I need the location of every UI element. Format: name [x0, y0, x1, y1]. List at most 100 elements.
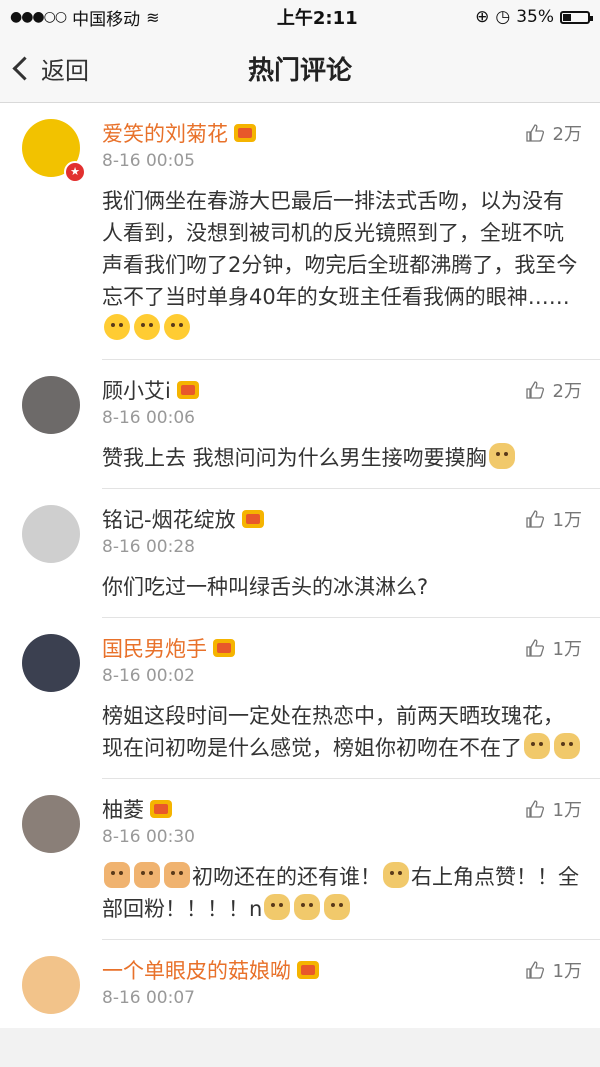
- alarm-icon: ◷: [495, 7, 511, 27]
- comment-time: 8-16 00:05: [102, 151, 195, 171]
- dog-emoji-icon: [294, 894, 321, 920]
- like-button[interactable]: 1万: [525, 796, 582, 822]
- lock-rotation-icon: ⊕: [475, 7, 490, 27]
- vip-crown-icon: [150, 800, 172, 818]
- username-text: 国民男炮手: [102, 637, 207, 661]
- like-count: 2万: [552, 381, 582, 402]
- comment-text: 你们吃过一种叫绿舌头的冰淇淋么?: [102, 571, 582, 603]
- comment-time: 8-16 00:06: [102, 408, 195, 428]
- comment-header: 国民男炮手 1万: [102, 632, 582, 664]
- thumbs-up-icon: [525, 639, 544, 657]
- comment-body: 柚菱 1万 8-16 00:30 初吻还在的还有谁！ 右上角点赞！！全部回粉！！！…: [102, 793, 600, 940]
- avatar[interactable]: [22, 956, 80, 1014]
- like-count: 2万: [552, 124, 582, 145]
- avatar-wrap: [0, 793, 102, 940]
- avatar-wrap: ★: [0, 117, 102, 360]
- comment-body: 顾小艾i 2万 8-16 00:06 赞我上去 我想问问为什么男生接吻要摸胸: [102, 374, 600, 489]
- avatar[interactable]: [22, 505, 80, 563]
- comment-item[interactable]: 铭记-烟花绽放 1万 8-16 00:28 你们吃过一种叫绿舌头的冰淇淋么?: [0, 489, 600, 618]
- signal-icon: ●●●○○: [10, 9, 67, 25]
- comment-body: 爱笑的刘菊花 2万 8-16 00:05 我们俩坐在春游大巴最后一排法式舌吻，以…: [102, 117, 600, 360]
- thumbs-up-icon: [525, 800, 544, 818]
- vip-crown-icon: [213, 639, 235, 657]
- comment-item[interactable]: 国民男炮手 1万 8-16 00:02 榜姐这段时间一定处在热恋中，前两天晒玫瑰…: [0, 618, 600, 779]
- comment-item[interactable]: ★ 爱笑的刘菊花 2万 8-16 00:05 我们俩坐在春游大巴最后一排法式舌吻…: [0, 103, 600, 360]
- dog-emoji-icon: [488, 443, 515, 469]
- like-count: 1万: [552, 961, 582, 982]
- yellow-emoji-icon: [104, 314, 130, 340]
- avatar[interactable]: [22, 376, 80, 434]
- cat-emoji-icon: [164, 862, 190, 888]
- cat-emoji-icon: [134, 862, 160, 888]
- like-button[interactable]: 2万: [525, 120, 582, 146]
- username[interactable]: 柚菱: [102, 794, 172, 824]
- username-text: 柚菱: [102, 798, 144, 822]
- like-count: 1万: [552, 510, 582, 531]
- like-button[interactable]: 1万: [525, 957, 582, 983]
- comment-header: 铭记-烟花绽放 1万: [102, 503, 582, 535]
- thumbs-up-icon: [525, 961, 544, 979]
- comment-text-content: 初吻还在的还有谁！: [192, 865, 381, 889]
- comment-time: 8-16 00:02: [102, 666, 195, 686]
- chevron-left-icon: [12, 55, 37, 81]
- dog-emoji-icon: [324, 894, 351, 920]
- status-right: ⊕ ◷ 35%: [475, 7, 593, 27]
- username[interactable]: 顾小艾i: [102, 375, 199, 405]
- username[interactable]: 国民男炮手: [102, 633, 235, 663]
- yellow-emoji-icon: [134, 314, 160, 340]
- username-text: 顾小艾i: [102, 379, 171, 403]
- username-text: 爱笑的刘菊花: [102, 122, 228, 146]
- comment-time: 8-16 00:07: [102, 988, 195, 1008]
- dog-emoji-icon: [264, 894, 291, 920]
- comment-body: 铭记-烟花绽放 1万 8-16 00:28 你们吃过一种叫绿舌头的冰淇淋么?: [102, 503, 600, 618]
- dog-emoji-icon: [524, 733, 550, 759]
- avatar[interactable]: [22, 795, 80, 853]
- like-count: 1万: [552, 639, 582, 660]
- nav-bar: 返回 热门评论: [0, 34, 600, 103]
- comment-item[interactable]: 柚菱 1万 8-16 00:30 初吻还在的还有谁！ 右上角点赞！！全部回粉！！！…: [0, 779, 600, 940]
- comment-text: 我们俩坐在春游大巴最后一排法式舌吻，以为没有人看到，没想到被司机的反光镜照到了，…: [102, 185, 582, 345]
- like-button[interactable]: 1万: [525, 635, 582, 661]
- avatar-wrap: [0, 374, 102, 489]
- thumbs-up-icon: [525, 381, 544, 399]
- like-button[interactable]: 2万: [525, 377, 582, 403]
- comment-body: 一个单眼皮的菇娘呦 1万 8-16 00:07: [102, 954, 600, 1028]
- username[interactable]: 铭记-烟花绽放: [102, 504, 264, 534]
- comment-text: 初吻还在的还有谁！ 右上角点赞！！全部回粉！！！！n: [102, 861, 582, 925]
- comment-time: 8-16 00:30: [102, 827, 195, 847]
- comment-header: 爱笑的刘菊花 2万: [102, 117, 582, 149]
- comment-text: 榜姐这段时间一定处在热恋中，前两天晒玫瑰花，现在问初吻是什么感觉，榜姐你初吻在不…: [102, 700, 582, 764]
- yellow-emoji-icon: [164, 314, 190, 340]
- back-button[interactable]: 返回: [12, 34, 89, 102]
- thumbs-up-icon: [525, 510, 544, 528]
- comment-header: 柚菱 1万: [102, 793, 582, 825]
- wifi-icon: ≋: [146, 7, 160, 27]
- like-button[interactable]: 1万: [525, 506, 582, 532]
- cat-emoji-icon: [104, 862, 130, 888]
- battery-fill: [562, 13, 572, 21]
- avatar-wrap: [0, 632, 102, 779]
- vip-crown-icon: [297, 961, 319, 979]
- avatar[interactable]: [22, 634, 80, 692]
- avatar-wrap: [0, 503, 102, 618]
- comment-text: 赞我上去 我想问问为什么男生接吻要摸胸: [102, 442, 582, 474]
- status-bar: ●●●○○ 中国移动 ≋ 上午2:11 ⊕ ◷ 35%: [0, 0, 600, 34]
- page-title: 热门评论: [247, 55, 352, 86]
- comment-list: ★ 爱笑的刘菊花 2万 8-16 00:05 我们俩坐在春游大巴最后一排法式舌吻…: [0, 103, 600, 1028]
- vip-crown-icon: [241, 510, 264, 528]
- comment-time: 8-16 00:28: [102, 537, 195, 557]
- username[interactable]: 一个单眼皮的菇娘呦: [102, 955, 319, 985]
- comment-item[interactable]: 一个单眼皮的菇娘呦 1万 8-16 00:07: [0, 940, 600, 1028]
- dog-emoji-icon: [383, 862, 409, 888]
- thumbs-up-icon: [525, 124, 544, 142]
- comment-text-content: 我们俩坐在春游大巴最后一排法式舌吻，以为没有人看到，没想到被司机的反光镜照到了，…: [102, 189, 578, 309]
- comment-header: 一个单眼皮的菇娘呦 1万: [102, 954, 582, 986]
- comment-body: 国民男炮手 1万 8-16 00:02 榜姐这段时间一定处在热恋中，前两天晒玫瑰…: [102, 632, 600, 779]
- back-label: 返回: [41, 56, 89, 85]
- status-left: ●●●○○ 中国移动 ≋: [10, 5, 160, 30]
- carrier-label: 中国移动: [72, 9, 141, 30]
- username-text: 一个单眼皮的菇娘呦: [102, 959, 291, 983]
- battery-icon: [559, 10, 593, 24]
- username[interactable]: 爱笑的刘菊花: [102, 118, 256, 148]
- comment-item[interactable]: 顾小艾i 2万 8-16 00:06 赞我上去 我想问问为什么男生接吻要摸胸: [0, 360, 600, 489]
